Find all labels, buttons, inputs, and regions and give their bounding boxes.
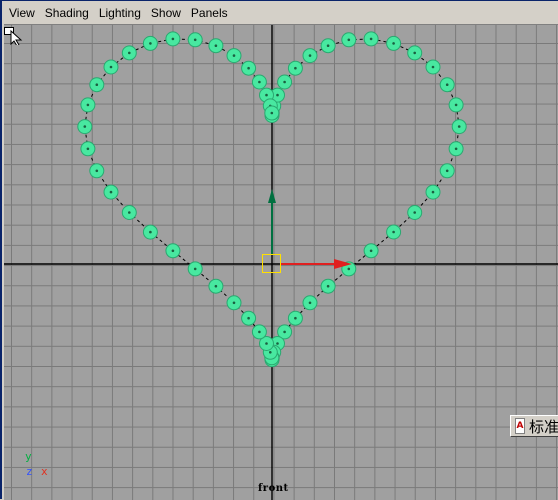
cv-point-center bbox=[128, 211, 131, 214]
cv-point-center bbox=[214, 284, 218, 288]
cv-point-center bbox=[445, 169, 449, 173]
cv-point-center bbox=[454, 103, 458, 107]
cv-point-center bbox=[369, 37, 373, 41]
cv-point-center bbox=[214, 44, 218, 47]
axis-indicator-y: y bbox=[25, 450, 32, 463]
cv-point-center bbox=[294, 316, 297, 320]
cv-point-center bbox=[171, 37, 175, 41]
cv-point-center bbox=[457, 125, 461, 128]
cv-point-center bbox=[269, 351, 272, 354]
cv-point-center bbox=[95, 169, 99, 173]
cv-point-center bbox=[265, 342, 268, 345]
cv-point-center bbox=[95, 83, 99, 86]
panel-menubar: View Shading Lighting Show Panels bbox=[4, 2, 558, 25]
cv-point-center bbox=[413, 211, 417, 214]
cv-point-center bbox=[258, 80, 261, 84]
cv-point-center bbox=[347, 38, 351, 42]
cv-point-center bbox=[445, 83, 449, 86]
cv-point-center bbox=[86, 103, 90, 107]
menu-panels[interactable]: Panels bbox=[186, 2, 233, 24]
menu-lighting[interactable]: Lighting bbox=[94, 2, 146, 24]
cv-point-center bbox=[83, 125, 87, 128]
cv-point-center bbox=[109, 190, 113, 194]
viewport-scene bbox=[4, 25, 558, 500]
cv-point-center bbox=[283, 330, 286, 334]
ime-language-icon[interactable]: A bbox=[515, 418, 525, 434]
menu-shading[interactable]: Shading bbox=[40, 2, 94, 24]
cv-point-center bbox=[247, 66, 250, 70]
cv-point-center bbox=[454, 147, 458, 151]
camera-name-label: front bbox=[258, 483, 289, 494]
cv-point-center bbox=[265, 93, 268, 97]
axis-indicator-z: z bbox=[26, 465, 33, 478]
cv-point-center bbox=[326, 284, 330, 288]
cv-point-center bbox=[283, 80, 286, 84]
cv-point-center bbox=[431, 65, 435, 69]
cv-point-center bbox=[232, 54, 236, 57]
ime-mode-label: 标准 bbox=[528, 418, 558, 436]
menu-view[interactable]: View bbox=[4, 2, 40, 24]
ime-toolbar[interactable]: A 标准 bbox=[510, 415, 558, 437]
cv-point-center bbox=[247, 316, 250, 320]
cv-point-center bbox=[392, 230, 395, 234]
cv-point-center bbox=[171, 249, 175, 253]
mouse-cursor-icon bbox=[4, 27, 23, 45]
move-manip-center-handle[interactable] bbox=[262, 254, 281, 273]
cv-point-center bbox=[276, 93, 279, 97]
cv-point-center bbox=[270, 111, 274, 115]
cv-point-center bbox=[431, 190, 435, 194]
cv-point-center bbox=[347, 267, 351, 271]
cv-point-center bbox=[326, 44, 330, 47]
axis-indicator-x: x bbox=[41, 465, 48, 478]
cv-point-center bbox=[193, 267, 197, 271]
cv-point-center bbox=[128, 51, 131, 55]
cv-point-center bbox=[109, 65, 113, 69]
cv-point-center bbox=[369, 249, 373, 253]
cv-point-center bbox=[294, 66, 297, 70]
menu-show[interactable]: Show bbox=[146, 2, 186, 24]
cv-point-center bbox=[193, 38, 197, 42]
cv-point-center bbox=[276, 342, 279, 345]
front-view-viewport[interactable]: front y z x bbox=[4, 25, 558, 500]
cv-point-center bbox=[413, 51, 417, 55]
cv-point-center bbox=[149, 42, 152, 45]
cv-point-center bbox=[258, 330, 261, 334]
move-manip-y-arrow-icon[interactable] bbox=[268, 189, 276, 203]
cv-point-center bbox=[308, 54, 312, 57]
cv-point-center bbox=[392, 42, 395, 45]
cv-point-center bbox=[308, 301, 312, 305]
cv-point-center bbox=[149, 230, 152, 234]
cv-point-center bbox=[232, 301, 236, 305]
cv-point-center bbox=[86, 147, 90, 151]
maya-viewport-panel: View Shading Lighting Show Panels front … bbox=[0, 0, 558, 500]
